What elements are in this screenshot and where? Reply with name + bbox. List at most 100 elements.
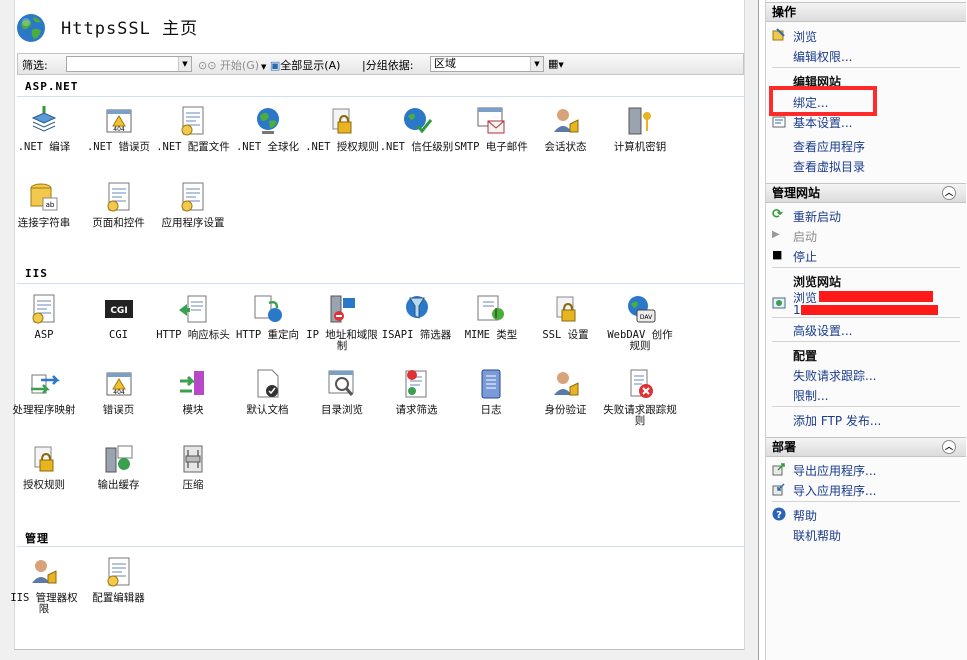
chevron-down-icon[interactable]: ▼ xyxy=(530,57,543,71)
feature-item[interactable]: 计算机密钥 xyxy=(603,104,677,153)
feature-item[interactable]: HTTP 响应标头 xyxy=(156,292,230,341)
feature-item[interactable]: .NET 编译 xyxy=(7,104,81,153)
browse-link[interactable]: 浏览 xyxy=(793,28,817,45)
feature-item[interactable]: 会话状态 xyxy=(529,104,603,153)
feature-label: SSL 设置 xyxy=(542,329,589,341)
feature-item[interactable]: .NET 全球化 xyxy=(231,104,305,153)
section-iis[interactable]: IIS xyxy=(25,267,48,280)
basic-settings-link[interactable]: 基本设置... xyxy=(793,114,852,131)
connection-string-icon: ab xyxy=(27,180,61,214)
trust-level-icon xyxy=(400,104,434,138)
feature-item[interactable]: .NET 配置文件 xyxy=(156,104,230,153)
feature-item[interactable]: HTTP 重定向 xyxy=(231,292,305,341)
online-help-link[interactable]: 联机帮助 xyxy=(793,527,841,544)
isapi-icon xyxy=(400,292,434,326)
feature-label: SMTP 电子邮件 xyxy=(454,141,528,153)
separator xyxy=(772,267,960,268)
limits-link[interactable]: 限制... xyxy=(793,387,828,404)
feature-item[interactable]: SMTP 电子邮件 xyxy=(454,104,528,153)
export-app-link[interactable]: 导出应用程序... xyxy=(793,462,876,479)
feature-item[interactable]: 配置编辑器 xyxy=(82,555,156,604)
redaction-bar xyxy=(801,305,938,315)
feature-label: 日志 xyxy=(480,404,502,416)
feature-label: .NET 授权规则 xyxy=(305,141,379,153)
feature-item[interactable]: .NET 授权规则 xyxy=(305,104,379,153)
manage-site-header[interactable]: 管理网站 ︿ xyxy=(766,183,966,203)
feature-item[interactable]: 页面和控件 xyxy=(82,180,156,229)
group-by-select[interactable]: 区域 ▼ xyxy=(430,56,544,72)
feature-item[interactable]: 输出缓存 xyxy=(82,442,156,491)
asp-icon xyxy=(27,292,61,326)
settings-icon xyxy=(772,115,786,129)
show-all-button[interactable]: ▼ ▣全部显示(A) xyxy=(261,57,340,73)
feature-item[interactable]: IP 地址和域限制 xyxy=(305,292,379,352)
section-divider xyxy=(17,96,744,97)
section-aspnet[interactable]: ASP.NET xyxy=(25,80,78,93)
feature-item[interactable]: 处理程序映射 xyxy=(7,367,81,416)
failed-trace-link[interactable]: 失败请求跟踪... xyxy=(793,367,876,384)
collapse-icon[interactable]: ︿ xyxy=(942,186,956,200)
import-icon xyxy=(772,482,786,496)
import-app-link[interactable]: 导入应用程序... xyxy=(793,482,876,499)
authentication-icon xyxy=(549,367,583,401)
feature-label: 模块 xyxy=(182,404,204,416)
feature-item[interactable]: 身份验证 xyxy=(529,367,603,416)
compile-icon xyxy=(27,104,61,138)
feature-item[interactable]: 404 错误页 xyxy=(82,367,156,416)
feature-label: WebDAV 创作规则 xyxy=(607,329,673,352)
feature-item[interactable]: CGI CGI xyxy=(82,292,156,341)
add-ftp-link[interactable]: 添加 FTP 发布... xyxy=(793,412,881,429)
feature-item[interactable]: 日志 xyxy=(454,367,528,416)
view-toggle-button[interactable]: ▦▼ xyxy=(548,57,564,70)
help-link[interactable]: 帮助 xyxy=(793,507,817,524)
page-title: HttpsSSL 主页 xyxy=(61,19,199,39)
error-page-icon: 404 xyxy=(102,367,136,401)
feature-item[interactable]: DAV WebDAV 创作规则 xyxy=(603,292,677,352)
feature-label: HTTP 响应标头 xyxy=(156,329,230,341)
feature-item[interactable]: 404 .NET 错误页 xyxy=(82,104,156,153)
feature-label: 目录浏览 xyxy=(321,404,363,416)
section-manage[interactable]: 管理 xyxy=(25,530,49,546)
feature-item[interactable]: 请求筛选 xyxy=(380,367,454,416)
compression-icon xyxy=(176,442,210,476)
handler-icon xyxy=(27,367,61,401)
advanced-settings-link[interactable]: 高级设置... xyxy=(793,322,852,339)
feature-item[interactable]: 压缩 xyxy=(156,442,230,491)
edit-permissions-link[interactable]: 编辑权限... xyxy=(793,48,852,65)
stop-link[interactable]: 停止 xyxy=(793,248,817,265)
group-by-label: |分组依据: xyxy=(362,59,414,72)
separator xyxy=(772,406,960,407)
page-header: HttpsSSL 主页 xyxy=(15,8,744,48)
feature-item[interactable]: MIME 类型 xyxy=(454,292,528,341)
start-button[interactable]: ⊙⊙ 开始(G) xyxy=(198,57,259,73)
feature-item[interactable]: IIS 管理器权限 xyxy=(7,555,81,615)
separator xyxy=(772,501,960,502)
view-virtual-dirs-link[interactable]: 查看虚拟目录 xyxy=(793,158,865,175)
filter-input[interactable]: ▼ xyxy=(66,56,192,72)
collapse-icon[interactable]: ︿ xyxy=(942,440,956,454)
view-applications-link[interactable]: 查看应用程序 xyxy=(793,138,865,155)
profile-icon xyxy=(176,104,210,138)
feature-item[interactable]: 默认文档 xyxy=(231,367,305,416)
feature-item[interactable]: SSL 设置 xyxy=(529,292,603,341)
svg-text:404: 404 xyxy=(113,126,125,133)
feature-item[interactable]: 目录浏览 xyxy=(305,367,379,416)
feature-item[interactable]: ISAPI 筛选器 xyxy=(380,292,454,341)
help-icon: ? xyxy=(772,507,786,521)
deploy-header[interactable]: 部署 ︿ xyxy=(766,437,966,457)
feature-item[interactable]: 失败请求跟踪规则 xyxy=(603,367,677,427)
feature-item[interactable]: 应用程序设置 xyxy=(156,180,230,229)
actions-header: 操作 xyxy=(766,2,966,22)
feature-item[interactable]: ab 连接字符串 xyxy=(7,180,81,229)
feature-item[interactable]: 授权规则 xyxy=(7,442,81,491)
feature-item[interactable]: 模块 xyxy=(156,367,230,416)
start-link[interactable]: 启动 xyxy=(793,228,817,245)
feature-label: 页面和控件 xyxy=(92,217,145,229)
feature-item[interactable]: .NET 信任级别 xyxy=(380,104,454,153)
restart-link[interactable]: 重新启动 xyxy=(793,208,841,225)
feature-item[interactable]: ASP xyxy=(7,292,81,341)
browse-url-link-2[interactable]: 1 xyxy=(793,303,801,317)
feature-label: .NET 信任级别 xyxy=(379,141,454,153)
separator xyxy=(772,67,960,68)
chevron-down-icon[interactable]: ▼ xyxy=(178,57,191,71)
